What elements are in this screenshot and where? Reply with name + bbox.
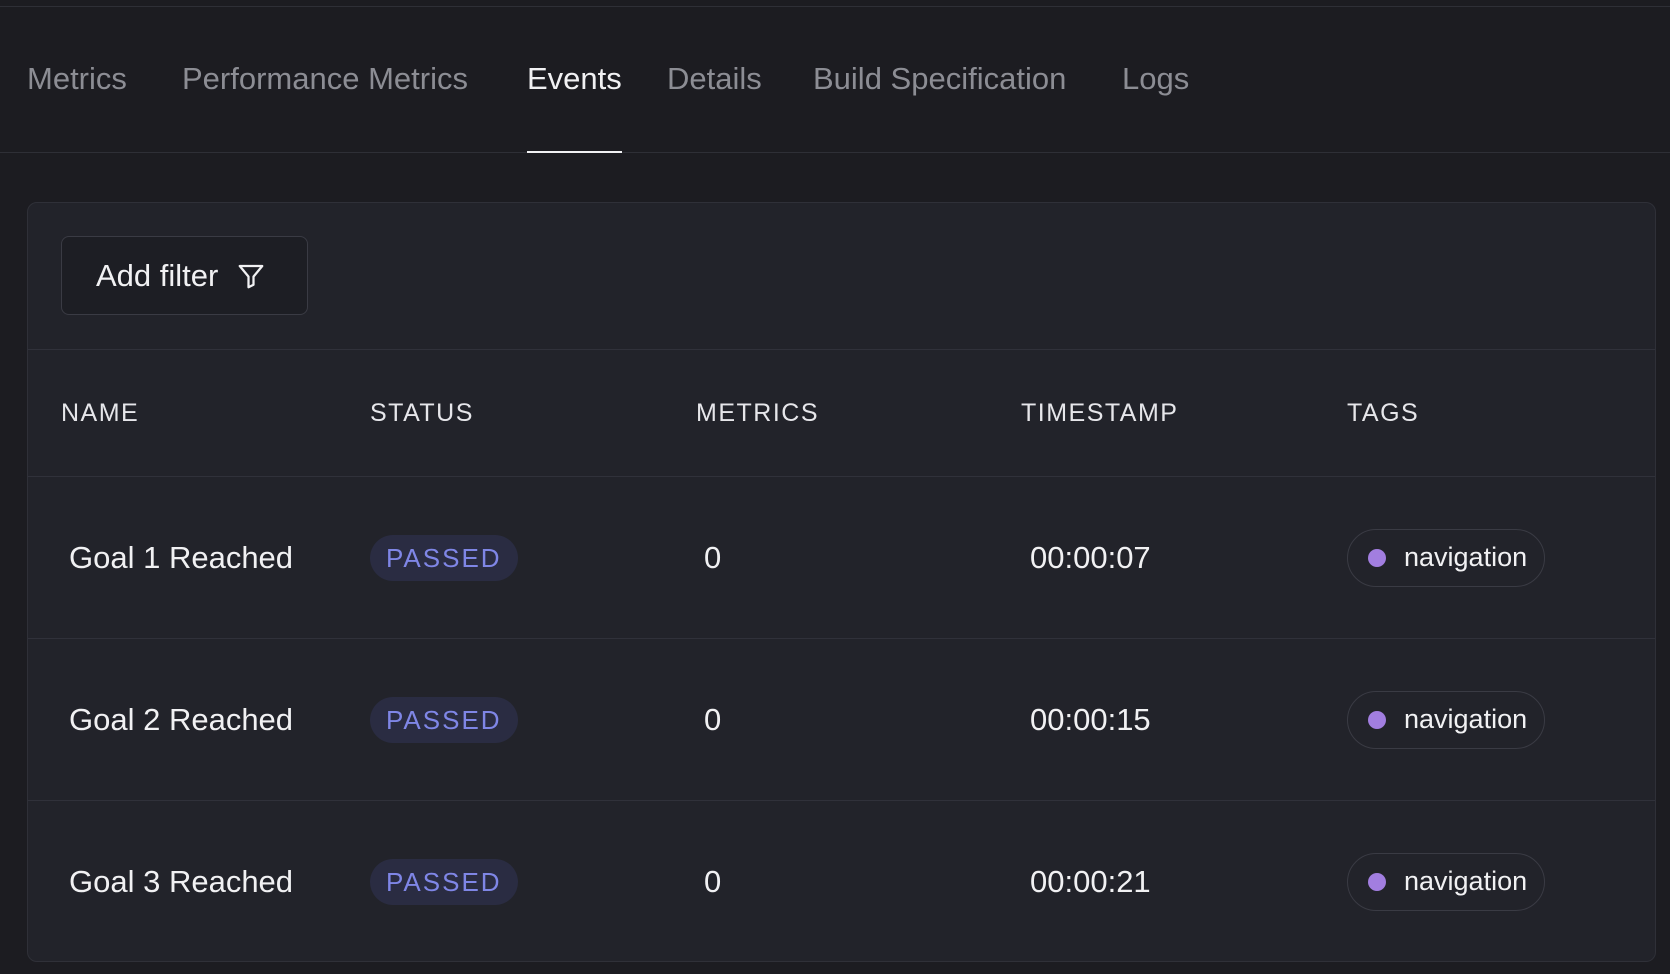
metrics-count: 0 bbox=[704, 863, 722, 899]
events-toolbar: Add filter bbox=[28, 203, 1655, 350]
status-badge: PASSED bbox=[370, 534, 518, 581]
column-header-status[interactable]: STATUS bbox=[370, 350, 474, 476]
tab-build-specification[interactable]: Build Specification bbox=[813, 6, 1066, 152]
tag-chip[interactable]: navigation bbox=[1347, 690, 1546, 749]
tag-chip[interactable]: navigation bbox=[1347, 852, 1546, 911]
tab-events[interactable]: Events bbox=[527, 6, 622, 153]
table-row[interactable]: Goal 3 Reached PASSED 0 00:00:21 navigat… bbox=[28, 801, 1655, 962]
tag-dot-icon bbox=[1368, 872, 1386, 891]
filter-funnel-icon bbox=[238, 264, 264, 288]
status-badge: PASSED bbox=[370, 696, 518, 743]
table-row[interactable]: Goal 1 Reached PASSED 0 00:00:07 navigat… bbox=[28, 477, 1655, 639]
event-timestamp: 00:00:21 bbox=[1030, 863, 1151, 899]
tag-chip[interactable]: navigation bbox=[1347, 528, 1546, 587]
column-header-metrics[interactable]: METRICS bbox=[696, 350, 819, 476]
status-badge: PASSED bbox=[370, 858, 518, 905]
event-timestamp: 00:00:07 bbox=[1030, 539, 1151, 575]
tab-performance-metrics[interactable]: Performance Metrics bbox=[182, 6, 468, 152]
event-name: Goal 2 Reached bbox=[69, 701, 294, 737]
tab-details[interactable]: Details bbox=[667, 6, 762, 152]
add-filter-button[interactable]: Add filter bbox=[61, 236, 308, 315]
event-name: Goal 1 Reached bbox=[69, 539, 294, 575]
metrics-count: 0 bbox=[704, 539, 722, 575]
tag-dot-icon bbox=[1368, 548, 1386, 567]
column-header-timestamp[interactable]: TIMESTAMP bbox=[1021, 350, 1178, 476]
column-header-tags[interactable]: TAGS bbox=[1347, 350, 1419, 476]
tab-logs[interactable]: Logs bbox=[1122, 6, 1189, 152]
tag-label: navigation bbox=[1404, 866, 1528, 896]
tab-metrics[interactable]: Metrics bbox=[27, 6, 127, 152]
events-panel: Add filter NAME STATUS METRICS TIMESTAMP… bbox=[27, 202, 1656, 962]
tag-label: navigation bbox=[1404, 704, 1528, 734]
tab-bar: Metrics Performance Metrics Events Detai… bbox=[0, 6, 1670, 153]
column-header-name[interactable]: NAME bbox=[61, 350, 139, 476]
metrics-count: 0 bbox=[704, 701, 722, 737]
add-filter-label: Add filter bbox=[96, 257, 219, 293]
event-name: Goal 3 Reached bbox=[69, 863, 294, 899]
event-timestamp: 00:00:15 bbox=[1030, 701, 1151, 737]
tag-label: navigation bbox=[1404, 542, 1528, 572]
table-header: NAME STATUS METRICS TIMESTAMP TAGS bbox=[28, 350, 1655, 477]
table-row[interactable]: Goal 2 Reached PASSED 0 00:00:15 navigat… bbox=[28, 639, 1655, 801]
tag-dot-icon bbox=[1368, 710, 1386, 729]
